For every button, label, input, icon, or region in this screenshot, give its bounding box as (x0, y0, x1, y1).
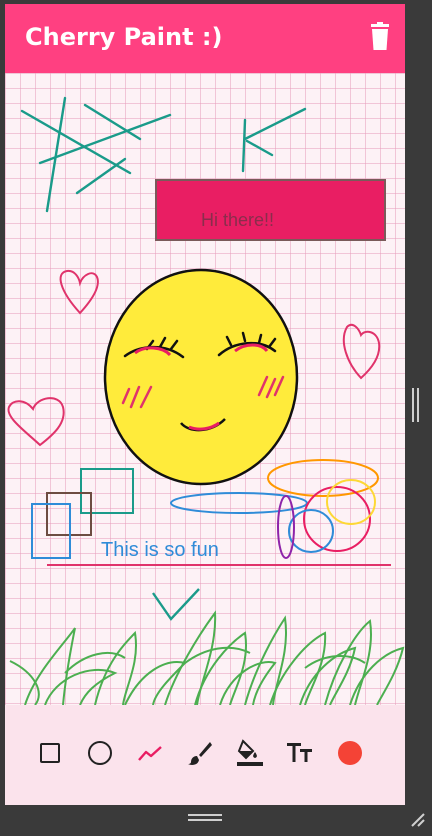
rectangle-tool-button[interactable] (32, 735, 68, 771)
circle-outline-icon (88, 741, 112, 765)
ellipse-tool-button[interactable] (82, 735, 118, 771)
canvas-drawings (7, 96, 405, 705)
text-size-icon (287, 743, 312, 762)
smiley-face (103, 268, 299, 486)
delete-button[interactable] (367, 22, 393, 52)
trend-line-icon (138, 746, 162, 761)
fill-bucket-icon (237, 739, 263, 766)
app-bar: Cherry Paint :) (5, 4, 405, 73)
grass-drawing (9, 610, 405, 705)
check-mark (152, 588, 200, 621)
app-title: Cherry Paint :) (25, 23, 223, 51)
brush-tool-button[interactable] (182, 735, 218, 771)
drawing-canvas[interactable]: Hi there!! This is so fun (5, 73, 405, 705)
color-picker-button[interactable] (332, 735, 368, 771)
color-dot-icon (338, 741, 362, 765)
corner-resize-icon[interactable] (410, 812, 426, 828)
square-outline-icon (40, 743, 60, 763)
bottom-resize-handle[interactable] (188, 814, 222, 824)
trash-icon (371, 22, 389, 50)
canvas-text-greeting: Hi there!! (201, 210, 275, 230)
text-tool-button[interactable] (282, 735, 318, 771)
tool-bar (5, 705, 405, 805)
line-tool-button[interactable] (132, 735, 168, 771)
app-window: Cherry Paint :) Hi there!! This is so fu… (5, 4, 405, 805)
canvas-text-caption: This is so fun (101, 539, 219, 561)
side-resize-handle[interactable] (412, 388, 420, 422)
fill-tool-button[interactable] (232, 735, 268, 771)
brush-icon (188, 742, 212, 765)
